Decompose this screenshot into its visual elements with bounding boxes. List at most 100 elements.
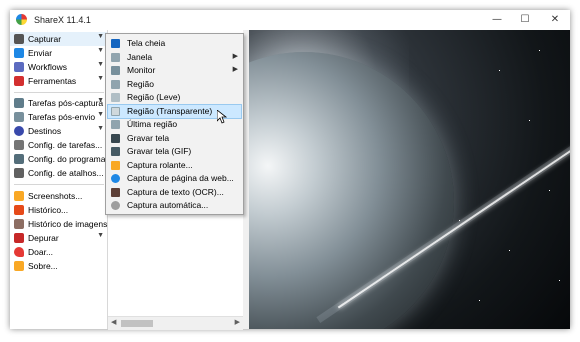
folder-icon xyxy=(14,191,24,201)
sidebar-item-destinos[interactable]: Destinos ▼ xyxy=(10,124,107,138)
heart-icon xyxy=(14,247,24,257)
sharex-logo-icon xyxy=(16,14,27,25)
sidebar-separator xyxy=(14,92,104,93)
menu-item-monitor[interactable]: Monitor ▶ xyxy=(108,64,241,77)
sidebar-item-depurar[interactable]: Depurar ▼ xyxy=(10,231,107,245)
menu-item-label: Última região xyxy=(127,119,178,129)
image-history-icon xyxy=(14,219,24,229)
scroll-left-arrow-icon[interactable]: ◀ xyxy=(111,318,116,326)
menu-item-label: Região (Leve) xyxy=(127,92,181,102)
menu-item-captura-automatica[interactable]: Captura automática... xyxy=(108,199,241,212)
sidebar-item-historico-imagens[interactable]: Histórico de imagens... xyxy=(10,217,114,231)
region-icon xyxy=(111,79,120,89)
sidebar-item-historico[interactable]: Histórico... xyxy=(10,203,107,217)
submenu-arrow-icon: ▶ xyxy=(232,52,238,60)
menu-item-captura-pagina-web[interactable]: Captura de página da web... xyxy=(108,172,241,185)
menu-item-label: Captura rolante... xyxy=(127,159,193,170)
cloud-task-icon xyxy=(14,112,24,122)
submenu-arrow-icon: ▼ xyxy=(97,125,104,132)
sidebar-item-label: Tarefas pós-envio xyxy=(28,112,96,122)
main-menu-sidebar: Capturar ▼ Enviar ▼ Workflows ▼ Ferramen… xyxy=(10,30,114,329)
record-gif-icon xyxy=(111,147,120,156)
menu-item-janela[interactable]: Janela ▶ xyxy=(108,51,241,64)
menu-item-label: Região (Transparente) xyxy=(127,105,213,116)
mouse-cursor-icon xyxy=(217,110,227,124)
crown-icon xyxy=(14,261,24,271)
sidebar-item-screenshots[interactable]: Screenshots... xyxy=(10,189,107,203)
sidebar-item-label: Sobre... xyxy=(28,261,58,271)
sidebar-item-capturar[interactable]: Capturar ▼ xyxy=(10,32,107,46)
menu-item-gravar-tela[interactable]: Gravar tela xyxy=(108,132,241,145)
submenu-arrow-icon: ▼ xyxy=(97,97,104,104)
keyboard-icon xyxy=(14,168,24,178)
clock-icon xyxy=(111,201,120,210)
sidebar-item-label: Enviar xyxy=(28,48,53,58)
menu-item-label: Monitor xyxy=(127,65,156,75)
settings-icon xyxy=(14,154,24,164)
record-screen-icon xyxy=(111,133,120,143)
menu-item-label: Gravar tela xyxy=(127,132,170,143)
sidebar-item-tarefas-pos-captura[interactable]: Tarefas pós-captura ▼ xyxy=(10,96,107,110)
sidebar-item-label: Config. do programa... xyxy=(28,154,113,164)
menu-item-captura-rolante[interactable]: Captura rolante... xyxy=(108,159,241,172)
submenu-arrow-icon: ▼ xyxy=(97,111,104,118)
menu-item-label: Região xyxy=(127,78,154,89)
sidebar-item-sobre[interactable]: Sobre... xyxy=(10,259,107,273)
menu-item-captura-texto-ocr[interactable]: Captura de texto (OCR)... xyxy=(108,186,241,199)
sidebar-item-workflows[interactable]: Workflows ▼ xyxy=(10,60,107,74)
submenu-arrow-icon: ▼ xyxy=(97,75,104,82)
sidebar-item-config-atalhos[interactable]: Config. de atalhos... xyxy=(10,166,107,180)
menu-item-label: Tela cheia xyxy=(127,38,166,48)
menu-item-regiao-leve[interactable]: Região (Leve) xyxy=(108,91,241,104)
submenu-arrow-icon: ▶ xyxy=(232,66,238,73)
bug-icon xyxy=(14,233,24,243)
menu-item-label: Captura automática... xyxy=(127,200,209,210)
scrollbar-thumb[interactable] xyxy=(121,320,153,327)
region-light-icon xyxy=(111,93,120,102)
menu-item-regiao[interactable]: Região xyxy=(108,78,241,91)
wrench-icon xyxy=(14,140,24,150)
close-button[interactable]: ✕ xyxy=(542,10,568,30)
star xyxy=(509,250,510,251)
sidebar-item-doar[interactable]: Doar... xyxy=(10,245,107,259)
fullscreen-icon xyxy=(111,39,120,48)
monitor-icon xyxy=(111,66,120,75)
sharex-window: ShareX 11.4.1 — ☐ ✕ Capturar ▼ Enviar ▼ … xyxy=(10,10,570,330)
sidebar-item-label: Config. de atalhos... xyxy=(28,168,104,178)
menu-item-label: Janela xyxy=(127,51,153,62)
scrolling-capture-icon xyxy=(111,160,120,170)
maximize-button[interactable]: ☐ xyxy=(512,10,538,30)
sidebar-item-tarefas-pos-envio[interactable]: Tarefas pós-envio ▼ xyxy=(10,110,107,124)
horizontal-scrollbar[interactable]: ◀ ▶ xyxy=(108,316,243,330)
ocr-icon xyxy=(111,187,120,197)
web-capture-icon xyxy=(111,174,120,183)
sidebar-item-ferramentas[interactable]: Ferramentas ▼ xyxy=(10,74,107,88)
sidebar-item-enviar[interactable]: Enviar ▼ xyxy=(10,46,107,60)
sidebar-item-config-tarefas[interactable]: Config. de tarefas... xyxy=(10,138,107,152)
star xyxy=(549,190,550,191)
window-title: ShareX 11.4.1 xyxy=(34,15,91,25)
region-transparent-icon xyxy=(111,106,120,116)
preview-image xyxy=(249,30,570,329)
minimize-button[interactable]: — xyxy=(484,10,510,30)
sidebar-item-label: Histórico... xyxy=(28,205,69,215)
submenu-arrow-icon: ▼ xyxy=(97,33,104,40)
sidebar-item-label: Depurar xyxy=(28,233,59,243)
menu-item-gravar-tela-gif[interactable]: Gravar tela (GIF) xyxy=(108,145,241,158)
sidebar-item-label: Ferramentas xyxy=(28,76,77,86)
workflow-grid-icon xyxy=(14,62,24,72)
sidebar-item-config-programa[interactable]: Config. do programa... xyxy=(10,152,113,166)
sidebar-item-label: Workflows xyxy=(28,62,68,72)
star xyxy=(529,120,530,121)
last-region-icon xyxy=(111,120,120,129)
title-bar[interactable]: ShareX 11.4.1 — ☐ ✕ xyxy=(10,10,570,30)
image-task-icon xyxy=(14,98,24,108)
scroll-right-arrow-icon[interactable]: ▶ xyxy=(235,318,240,326)
submenu-arrow-icon: ▼ xyxy=(97,61,104,68)
submenu-arrow-icon: ▼ xyxy=(97,47,104,54)
menu-item-label: Gravar tela (GIF) xyxy=(127,146,192,156)
toolbox-icon xyxy=(14,76,24,86)
history-book-icon xyxy=(14,205,24,215)
star xyxy=(559,280,560,281)
menu-item-tela-cheia[interactable]: Tela cheia xyxy=(108,37,241,50)
